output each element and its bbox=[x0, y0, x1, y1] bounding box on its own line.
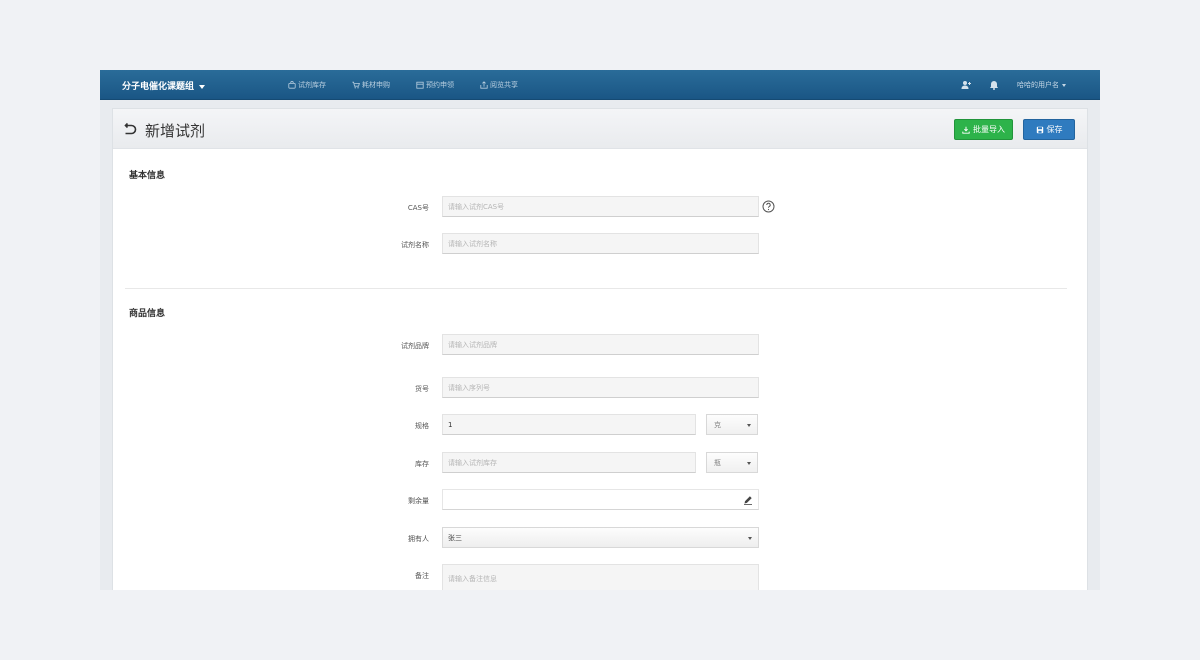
batch-import-button[interactable]: 批量导入 bbox=[954, 119, 1013, 140]
nav-label: 试剂库存 bbox=[298, 81, 326, 89]
spec-unit-select[interactable]: 克 bbox=[706, 414, 758, 435]
brand-label: 分子电催化课题组 bbox=[122, 82, 195, 92]
caret-down-icon bbox=[1062, 83, 1066, 87]
stock-input[interactable] bbox=[442, 452, 696, 473]
user-menu[interactable]: 哈哈的用户名 bbox=[1017, 80, 1066, 90]
user-name: 哈哈的用户名 bbox=[1017, 81, 1059, 89]
caret-down-icon bbox=[747, 462, 751, 465]
nav-item-consumables[interactable]: 耗材申购 bbox=[352, 80, 390, 90]
pencil-icon[interactable] bbox=[743, 495, 753, 505]
nav-item-reservation[interactable]: 预约申领 bbox=[416, 80, 454, 90]
caret-down-icon bbox=[747, 424, 751, 427]
note-input[interactable] bbox=[442, 564, 759, 590]
nav-label: 耗材申购 bbox=[362, 81, 390, 89]
nav-item-share[interactable]: 阅览共享 bbox=[480, 80, 518, 90]
add-user-icon[interactable] bbox=[961, 80, 971, 90]
share-icon bbox=[480, 81, 488, 89]
download-icon bbox=[962, 126, 970, 134]
brand-label: 试剂品牌 bbox=[401, 342, 429, 350]
import-label: 批量导入 bbox=[973, 125, 1005, 134]
nav-label: 阅览共享 bbox=[490, 81, 518, 89]
stock-label: 库存 bbox=[415, 460, 429, 468]
reagent-name-input[interactable] bbox=[442, 233, 759, 254]
owner-value: 张三 bbox=[448, 533, 462, 542]
app-frame: 分子电催化课题组 试剂库存 耗材申购 预约申领 阅览共享 哈哈的用户名 新增试剂… bbox=[100, 70, 1100, 590]
section-divider bbox=[125, 288, 1067, 289]
save-label: 保存 bbox=[1046, 125, 1063, 134]
cas-input[interactable] bbox=[442, 196, 759, 217]
topbar-right: 哈哈的用户名 bbox=[961, 70, 1066, 100]
note-label: 备注 bbox=[415, 572, 429, 580]
spec-input[interactable] bbox=[442, 414, 696, 435]
top-navbar: 分子电催化课题组 试剂库存 耗材申购 预约申领 阅览共享 哈哈的用户名 bbox=[100, 70, 1100, 100]
owner-label: 拥有人 bbox=[408, 535, 429, 543]
save-button[interactable]: 保存 bbox=[1023, 119, 1075, 140]
floppy-icon bbox=[1036, 126, 1043, 133]
cart-icon bbox=[352, 81, 360, 89]
form-panel: 新增试剂 批量导入 保存 基本信息 CAS号 试剂名称 商品信息 试剂品牌 货号… bbox=[112, 108, 1088, 590]
reagent-name-label: 试剂名称 bbox=[401, 241, 429, 249]
stock-unit-value: 瓶 bbox=[714, 458, 721, 467]
panel-header: 新增试剂 批量导入 保存 bbox=[113, 109, 1087, 149]
serial-label: 货号 bbox=[415, 385, 429, 393]
caret-down-icon bbox=[199, 84, 206, 89]
cas-label: CAS号 bbox=[407, 204, 429, 212]
nav-label: 预约申领 bbox=[426, 81, 454, 89]
group-switcher[interactable]: 分子电催化课题组 bbox=[122, 79, 206, 92]
bell-icon[interactable] bbox=[989, 80, 999, 90]
spec-unit-value: 克 bbox=[714, 420, 721, 429]
spec-label: 规格 bbox=[415, 422, 429, 430]
remaining-input[interactable] bbox=[442, 489, 759, 510]
bag-icon bbox=[288, 81, 296, 89]
nav-item-reagent-stock[interactable]: 试剂库存 bbox=[288, 80, 326, 90]
calendar-icon bbox=[416, 81, 424, 89]
question-circle-icon[interactable] bbox=[762, 200, 775, 213]
caret-down-icon bbox=[748, 537, 752, 540]
main-nav: 试剂库存 耗材申购 预约申领 阅览共享 bbox=[288, 70, 544, 100]
page-title: 新增试剂 bbox=[145, 122, 206, 140]
remaining-label: 剩余量 bbox=[408, 497, 429, 505]
stock-unit-select[interactable]: 瓶 bbox=[706, 452, 758, 473]
section-title-product: 商品信息 bbox=[129, 309, 166, 319]
brand-input[interactable] bbox=[442, 334, 759, 355]
back-icon[interactable] bbox=[123, 121, 139, 137]
owner-select[interactable]: 张三 bbox=[442, 527, 759, 548]
serial-input[interactable] bbox=[442, 377, 759, 398]
section-title-basic: 基本信息 bbox=[129, 171, 166, 181]
